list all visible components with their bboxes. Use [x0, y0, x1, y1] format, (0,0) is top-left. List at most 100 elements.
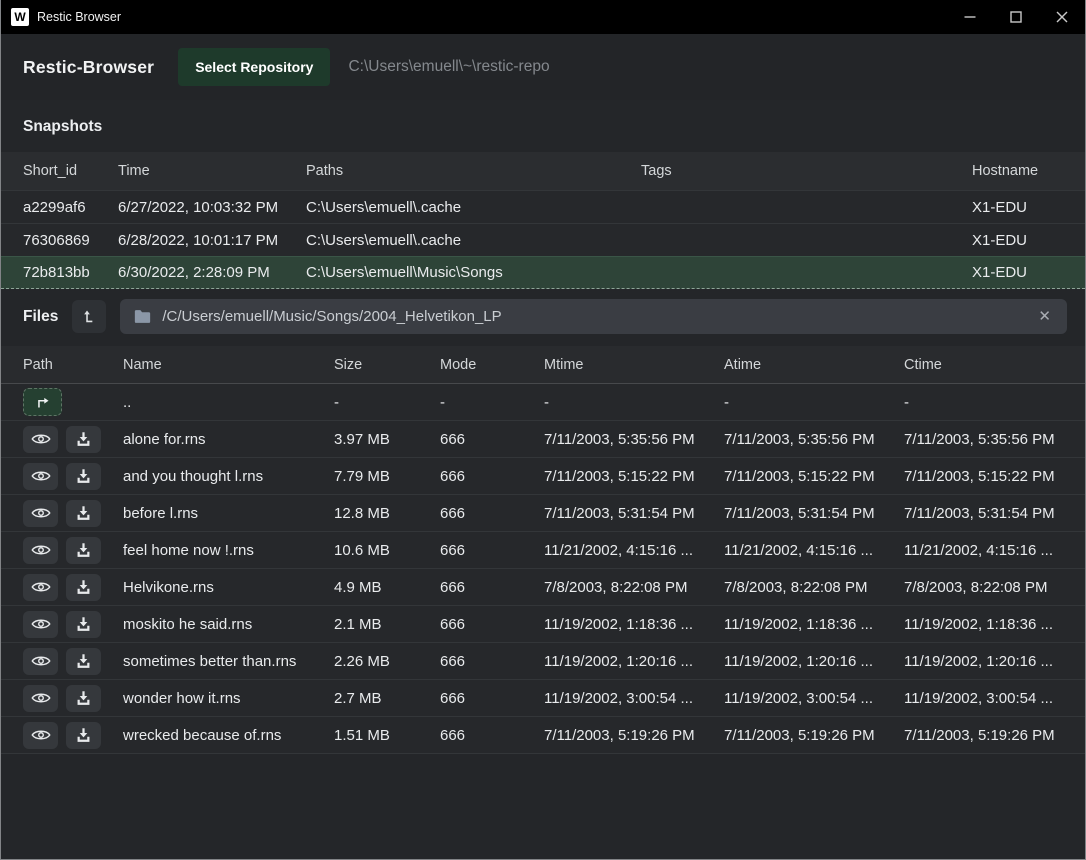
file-atime: 7/11/2003, 5:31:54 PM: [724, 505, 904, 522]
file-size: 10.6 MB: [334, 542, 440, 559]
preview-file-button[interactable]: [23, 611, 58, 638]
snapshot-hostname: X1-EDU: [972, 264, 1069, 281]
eye-icon: [31, 691, 51, 705]
file-size: 2.1 MB: [334, 616, 440, 633]
download-file-button[interactable]: [66, 537, 101, 564]
current-path-bar[interactable]: /C/Users/emuell/Music/Songs/2004_Helveti…: [120, 299, 1067, 334]
file-mode: 666: [440, 579, 544, 596]
file-row[interactable]: before l.rns 12.8 MB 666 7/11/2003, 5:31…: [1, 495, 1085, 532]
file-size: 1.51 MB: [334, 727, 440, 744]
file-atime: 11/19/2002, 1:18:36 ...: [724, 616, 904, 633]
file-name: wrecked because of.rns: [123, 727, 334, 744]
file-mtime: 11/19/2002, 1:20:16 ...: [544, 653, 724, 670]
files-table-header: Path Name Size Mode Mtime Atime Ctime: [1, 346, 1085, 384]
snapshot-row-selected[interactable]: 72b813bb 6/30/2022, 2:28:09 PM C:\Users\…: [1, 256, 1085, 289]
files-heading: Files: [23, 308, 58, 326]
close-icon: [1056, 11, 1068, 23]
snapshot-paths: C:\Users\emuell\Music\Songs: [306, 264, 641, 281]
close-button[interactable]: [1039, 0, 1085, 34]
file-row[interactable]: and you thought l.rns 7.79 MB 666 7/11/2…: [1, 458, 1085, 495]
download-file-button[interactable]: [66, 463, 101, 490]
window-title: Restic Browser: [37, 10, 121, 24]
clear-path-button[interactable]: ✕: [1036, 305, 1053, 328]
file-atime: 11/21/2002, 4:15:16 ...: [724, 542, 904, 559]
titlebar: W Restic Browser: [1, 0, 1085, 34]
file-mode: 666: [440, 653, 544, 670]
file-row[interactable]: moskito he said.rns 2.1 MB 666 11/19/200…: [1, 606, 1085, 643]
snapshot-short-id: 76306869: [23, 232, 118, 249]
download-file-button[interactable]: [66, 685, 101, 712]
preview-file-button[interactable]: [23, 426, 58, 453]
app-title: Restic-Browser: [23, 57, 154, 78]
file-mtime: 11/19/2002, 3:00:54 ...: [544, 690, 724, 707]
snapshots-col-time: Time: [118, 163, 306, 179]
snapshot-row[interactable]: 76306869 6/28/2022, 10:01:17 PM C:\Users…: [1, 223, 1085, 256]
maximize-button[interactable]: [993, 0, 1039, 34]
file-row-parent[interactable]: .. - - - - -: [1, 384, 1085, 421]
snapshots-col-paths: Paths: [306, 163, 641, 179]
files-col-path: Path: [23, 357, 123, 373]
file-size: 2.7 MB: [334, 690, 440, 707]
file-row[interactable]: feel home now !.rns 10.6 MB 666 11/21/20…: [1, 532, 1085, 569]
file-mode: 666: [440, 616, 544, 633]
file-row[interactable]: Helvikone.rns 4.9 MB 666 7/8/2003, 8:22:…: [1, 569, 1085, 606]
file-size: 3.97 MB: [334, 431, 440, 448]
file-row[interactable]: sometimes better than.rns 2.26 MB 666 11…: [1, 643, 1085, 680]
download-file-button[interactable]: [66, 648, 101, 675]
snapshot-short-id: 72b813bb: [23, 264, 118, 281]
file-mtime: 7/8/2003, 8:22:08 PM: [544, 579, 724, 596]
file-name: before l.rns: [123, 505, 334, 522]
download-file-button[interactable]: [66, 722, 101, 749]
preview-file-button[interactable]: [23, 648, 58, 675]
download-file-button[interactable]: [66, 574, 101, 601]
files-col-ctime: Ctime: [904, 357, 1075, 373]
file-atime: -: [724, 394, 904, 411]
file-ctime: 11/21/2002, 4:15:16 ...: [904, 542, 1075, 559]
file-size: 2.26 MB: [334, 653, 440, 670]
eye-icon: [31, 617, 51, 631]
snapshot-time: 6/28/2022, 10:01:17 PM: [118, 232, 306, 249]
download-file-button[interactable]: [66, 500, 101, 527]
file-name: alone for.rns: [123, 431, 334, 448]
download-icon: [75, 505, 92, 522]
file-mode: 666: [440, 468, 544, 485]
preview-file-button[interactable]: [23, 574, 58, 601]
download-icon: [75, 616, 92, 633]
file-size: 7.79 MB: [334, 468, 440, 485]
preview-file-button[interactable]: [23, 722, 58, 749]
tree-view-toggle-button[interactable]: [72, 300, 106, 333]
file-mode: 666: [440, 542, 544, 559]
preview-file-button[interactable]: [23, 685, 58, 712]
file-name: sometimes better than.rns: [123, 653, 334, 670]
minimize-button[interactable]: [947, 0, 993, 34]
file-mtime: 7/11/2003, 5:15:22 PM: [544, 468, 724, 485]
download-file-button[interactable]: [66, 611, 101, 638]
file-name: Helvikone.rns: [123, 579, 334, 596]
download-icon: [75, 690, 92, 707]
snapshots-col-tags: Tags: [641, 163, 972, 179]
current-path: /C/Users/emuell/Music/Songs/2004_Helveti…: [162, 308, 1025, 325]
download-icon: [75, 653, 92, 670]
file-row[interactable]: wrecked because of.rns 1.51 MB 666 7/11/…: [1, 717, 1085, 754]
up-arrow-icon: [33, 394, 52, 411]
file-mtime: 7/11/2003, 5:35:56 PM: [544, 431, 724, 448]
file-mode: 666: [440, 690, 544, 707]
file-mode: -: [440, 394, 544, 411]
file-row[interactable]: alone for.rns 3.97 MB 666 7/11/2003, 5:3…: [1, 421, 1085, 458]
snapshot-row[interactable]: a2299af6 6/27/2022, 10:03:32 PM C:\Users…: [1, 190, 1085, 223]
preview-file-button[interactable]: [23, 463, 58, 490]
go-up-directory-button[interactable]: [23, 388, 62, 416]
download-file-button[interactable]: [66, 426, 101, 453]
file-ctime: 7/11/2003, 5:19:26 PM: [904, 727, 1075, 744]
download-icon: [75, 542, 92, 559]
repository-path: C:\Users\emuell\~\restic-repo: [348, 58, 549, 76]
eye-icon: [31, 580, 51, 594]
files-col-name: Name: [123, 357, 334, 373]
file-mode: 666: [440, 727, 544, 744]
file-row[interactable]: wonder how it.rns 2.7 MB 666 11/19/2002,…: [1, 680, 1085, 717]
file-mtime: 7/11/2003, 5:19:26 PM: [544, 727, 724, 744]
preview-file-button[interactable]: [23, 500, 58, 527]
files-col-atime: Atime: [724, 357, 904, 373]
select-repository-button[interactable]: Select Repository: [178, 48, 330, 86]
preview-file-button[interactable]: [23, 537, 58, 564]
